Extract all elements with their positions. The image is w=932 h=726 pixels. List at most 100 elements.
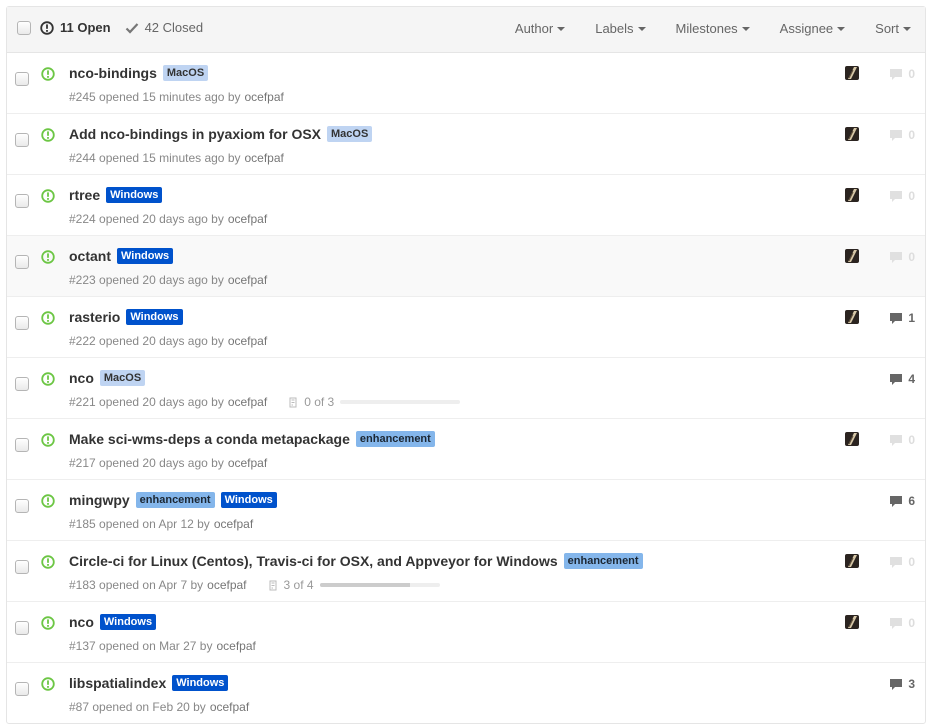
caret-down-icon [837, 26, 846, 31]
issue-checkbox[interactable] [15, 316, 29, 330]
issue-opened-text: opened on Apr 7 by [99, 578, 204, 592]
issue-comments-link[interactable]: 4 [889, 372, 915, 386]
issue-author-link[interactable]: ocefpaf [228, 273, 267, 287]
closed-issues-label: 42 Closed [144, 20, 204, 35]
issue-number: #217 [69, 456, 96, 470]
issue-title-link[interactable]: rasterio [69, 309, 120, 325]
assignee-avatar[interactable] [845, 615, 859, 629]
issue-label-windows[interactable]: Windows [126, 309, 183, 325]
issue-comments-link[interactable]: 0 [889, 189, 915, 203]
filter-assignee-dropdown[interactable]: Assignee [780, 21, 846, 36]
filter-author-dropdown[interactable]: Author [514, 21, 566, 36]
issue-author-link[interactable]: ocefpaf [210, 700, 249, 714]
issue-number: #224 [69, 212, 96, 226]
issue-title-link[interactable]: Add nco-bindings in pyaxiom for OSX [69, 126, 321, 142]
issue-author-link[interactable]: ocefpaf [245, 151, 284, 165]
issue-title-link[interactable]: Circle-ci for Linux (Centos), Travis-ci … [69, 553, 558, 569]
issue-title-link[interactable]: nco-bindings [69, 65, 157, 81]
issue-checkbox[interactable] [15, 621, 29, 635]
issue-author-link[interactable]: ocefpaf [207, 578, 246, 592]
issue-comments-link[interactable]: 0 [889, 433, 915, 447]
issue-title-link[interactable]: Make sci-wms-deps a conda metapackage [69, 431, 350, 447]
issue-checkbox[interactable] [15, 499, 29, 513]
issue-meta: #245 opened 15 minutes ago by ocefpaf [69, 90, 284, 104]
issue-author-link[interactable]: ocefpaf [228, 456, 267, 470]
issue-checkbox[interactable] [15, 560, 29, 574]
filter-label: Author [514, 21, 554, 36]
issue-meta: #87 opened on Feb 20 by ocefpaf [69, 700, 249, 714]
issue-comments-link[interactable]: 0 [889, 616, 915, 630]
issue-comments-link[interactable]: 0 [889, 67, 915, 81]
filter-milestones-dropdown[interactable]: Milestones [676, 21, 750, 36]
select-all-checkbox[interactable] [17, 21, 31, 35]
closed-issues-tab[interactable]: 42 Closed [125, 20, 204, 35]
issue-title-link[interactable]: nco [69, 614, 94, 630]
assignee-avatar[interactable] [845, 188, 859, 202]
sort-dropdown[interactable]: Sort [875, 21, 911, 36]
issue-comments-link[interactable]: 3 [889, 677, 915, 691]
comment-icon [890, 312, 903, 324]
comment-count: 0 [908, 555, 915, 569]
filter-label: Milestones [675, 21, 738, 36]
issue-opened-icon [41, 311, 55, 325]
issue-row: nco Windows #137 opened on Mar 27 by ocef… [7, 602, 925, 663]
issue-title-line: Circle-ci for Linux (Centos), Travis-ci … [69, 553, 643, 569]
issue-title-link[interactable]: libspatialindex [69, 675, 166, 691]
task-progress-bar [340, 400, 461, 404]
issue-state-toggle: 11 Open 42 Closed [40, 20, 203, 35]
issue-author-link[interactable]: ocefpaf [214, 517, 253, 531]
issue-label-windows[interactable]: Windows [117, 248, 174, 264]
assignee-avatar[interactable] [845, 310, 859, 324]
issue-row: Add nco-bindings in pyaxiom for OSX MacO… [7, 114, 925, 175]
issue-author-link[interactable]: ocefpaf [228, 212, 267, 226]
issue-checkbox[interactable] [15, 438, 29, 452]
comment-count: 0 [908, 128, 915, 142]
issue-title-link[interactable]: rtree [69, 187, 100, 203]
issue-label-macos[interactable]: MacOS [162, 65, 209, 81]
issue-checkbox[interactable] [15, 377, 29, 391]
issue-checkbox[interactable] [15, 194, 29, 208]
issue-opened-icon [41, 67, 55, 81]
issue-label-windows[interactable]: Windows [220, 492, 277, 508]
issue-comments-link[interactable]: 6 [889, 494, 915, 508]
issue-opened-text: opened 20 days ago by [99, 395, 224, 409]
issue-comments-link[interactable]: 0 [889, 128, 915, 142]
issue-checkbox[interactable] [15, 255, 29, 269]
comment-count: 3 [908, 677, 915, 691]
issue-comments-link[interactable]: 1 [889, 311, 915, 325]
assignee-avatar[interactable] [845, 127, 859, 141]
issue-checkbox[interactable] [15, 133, 29, 147]
filter-labels-dropdown[interactable]: Labels [595, 21, 646, 36]
issue-title-line: rasterio Windows [69, 309, 183, 325]
issue-checkbox[interactable] [15, 682, 29, 696]
issue-label-windows[interactable]: Windows [172, 675, 229, 691]
issue-label-enhancement[interactable]: enhancement [563, 553, 643, 569]
issue-title-link[interactable]: nco [69, 370, 94, 386]
issue-author-link[interactable]: ocefpaf [228, 395, 267, 409]
issue-label-macos[interactable]: MacOS [99, 370, 146, 386]
issue-opened-text: opened 15 minutes ago by [99, 90, 241, 104]
issue-comments-link[interactable]: 0 [889, 555, 915, 569]
issue-checkbox[interactable] [15, 72, 29, 86]
issue-label-enhancement[interactable]: enhancement [135, 492, 215, 508]
issue-number: #87 [69, 700, 90, 714]
issue-author-link[interactable]: ocefpaf [228, 334, 267, 348]
issue-opened-icon [41, 616, 55, 630]
issue-label-enhancement[interactable]: enhancement [355, 431, 435, 447]
assignee-avatar[interactable] [845, 249, 859, 263]
issue-author-link[interactable]: ocefpaf [216, 639, 255, 653]
assignee-avatar[interactable] [845, 554, 859, 568]
issue-label-windows[interactable]: Windows [106, 187, 163, 203]
issue-title-link[interactable]: mingwpy [69, 492, 130, 508]
issue-label-macos[interactable]: MacOS [327, 126, 373, 142]
assignee-avatar[interactable] [845, 66, 859, 80]
issue-opened-icon [41, 555, 55, 569]
issue-label-windows[interactable]: Windows [99, 614, 157, 630]
open-issues-tab[interactable]: 11 Open [40, 20, 111, 35]
issue-author-link[interactable]: ocefpaf [245, 90, 284, 104]
assignee-avatar[interactable] [845, 432, 859, 446]
comment-count: 0 [908, 189, 915, 203]
issue-title-link[interactable]: octant [69, 248, 111, 264]
comment-count: 4 [908, 372, 915, 386]
issue-comments-link[interactable]: 0 [889, 250, 915, 264]
